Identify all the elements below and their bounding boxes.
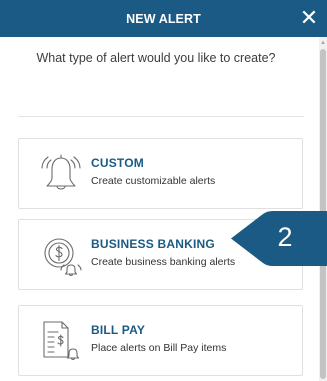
scrollbar[interactable]: ▲ (319, 37, 327, 381)
option-description: Place alerts on Bill Pay items (91, 342, 227, 354)
dialog-content: What type of alert would you like to cre… (0, 37, 319, 381)
alert-type-question: What type of alert would you like to cre… (36, 51, 276, 65)
dialog-header: NEW ALERT ✕ (0, 0, 327, 37)
option-title: BILL PAY (91, 323, 146, 337)
option-title: CUSTOM (91, 156, 144, 170)
dollar-coin-bell-icon (44, 238, 82, 277)
step-number: 2 (277, 222, 293, 252)
bill-dollar-bell-icon (43, 321, 80, 361)
dialog-title: NEW ALERT (126, 11, 201, 26)
option-title: BUSINESS BANKING (91, 237, 215, 251)
close-button[interactable]: ✕ (298, 7, 320, 29)
option-description: Create business banking alerts (91, 256, 236, 268)
custom-alert-option[interactable]: CUSTOM Create customizable alerts (18, 138, 303, 209)
divider (18, 116, 304, 117)
scroll-up-arrow-icon[interactable]: ▲ (319, 39, 327, 47)
bell-icon (41, 154, 81, 190)
option-description: Create customizable alerts (91, 175, 216, 187)
bill-pay-alert-option[interactable]: BILL PAY Place alerts on Bill Pay items (18, 305, 303, 376)
